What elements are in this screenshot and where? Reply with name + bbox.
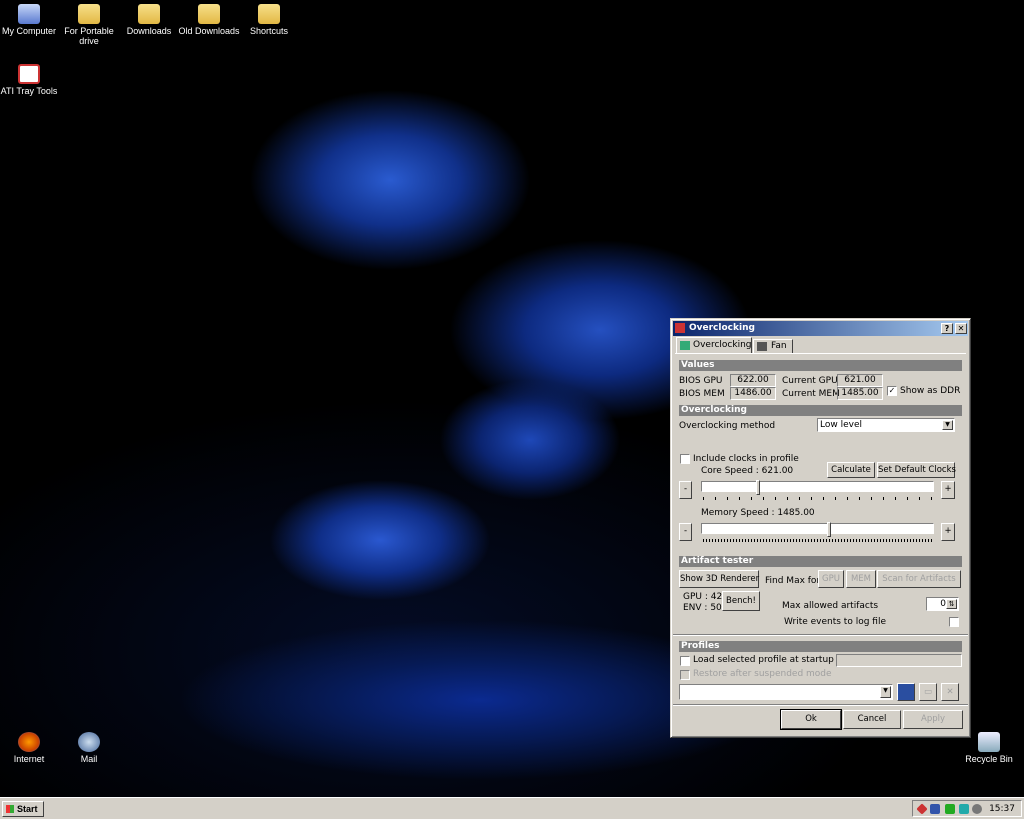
show-ddr-label: Show as DDR bbox=[900, 386, 961, 396]
calculate-button[interactable]: Calculate bbox=[827, 462, 875, 478]
include-clocks-label: Include clocks in profile bbox=[693, 454, 799, 464]
memory-speed-label: Memory Speed : 1485.00 bbox=[701, 508, 815, 518]
core-speed-label: Core Speed : 621.00 bbox=[701, 466, 794, 476]
bench-button[interactable]: Bench! bbox=[722, 591, 760, 611]
chevron-down-icon: ▼ bbox=[880, 686, 891, 698]
ok-button[interactable]: Ok bbox=[780, 709, 842, 730]
slider-thumb[interactable] bbox=[756, 480, 761, 495]
find-max-gpu-button[interactable]: GPU bbox=[818, 570, 844, 588]
volume-icon[interactable] bbox=[972, 804, 982, 814]
icon-label: Downloads bbox=[126, 26, 172, 36]
tab-label: Fan bbox=[771, 341, 787, 351]
startup-profile-field bbox=[836, 654, 962, 667]
bios-gpu-label: BIOS GPU bbox=[679, 376, 723, 386]
bios-gpu-value: 622.00 bbox=[730, 374, 776, 387]
divider bbox=[673, 634, 968, 636]
ati-tray-icon[interactable] bbox=[916, 803, 928, 815]
title-bar[interactable]: Overclocking ? ✕ bbox=[673, 321, 968, 336]
slider-ticks bbox=[703, 497, 933, 500]
icon-label: Internet bbox=[13, 754, 45, 764]
folder-icon-shortcuts[interactable]: Shortcuts bbox=[234, 4, 304, 36]
delete-profile-icon[interactable]: ✕ bbox=[941, 683, 959, 701]
bios-mem-value: 1486.00 bbox=[730, 387, 776, 400]
overclocking-header: Overclocking bbox=[679, 405, 962, 416]
values-header: Values bbox=[679, 360, 962, 371]
method-label: Overclocking method bbox=[679, 421, 776, 431]
max-artifacts-spinner[interactable]: 0 ⇅ bbox=[926, 597, 959, 611]
find-max-label: Find Max for bbox=[765, 576, 821, 586]
scan-artifacts-button[interactable]: Scan for Artifacts bbox=[877, 570, 961, 588]
bios-mem-label: BIOS MEM bbox=[679, 389, 725, 399]
find-max-mem-button[interactable]: MEM bbox=[846, 570, 876, 588]
start-button[interactable]: Start bbox=[2, 801, 44, 817]
current-gpu-label: Current GPU bbox=[782, 376, 838, 386]
core-decrease-button[interactable]: - bbox=[679, 481, 692, 499]
max-artifacts-label: Max allowed artifacts bbox=[782, 601, 879, 611]
hardware-icon[interactable] bbox=[945, 804, 955, 814]
close-button[interactable]: ✕ bbox=[955, 323, 967, 334]
show-3d-renderer-button[interactable]: Show 3D Renderer bbox=[679, 570, 759, 588]
load-startup-label: Load selected profile at startup bbox=[693, 655, 834, 665]
gpu-temp: GPU : 42 bbox=[683, 592, 723, 602]
current-gpu-value: 621.00 bbox=[837, 374, 883, 387]
slider-ticks bbox=[703, 539, 933, 542]
icon-label: For Portable drive bbox=[64, 26, 114, 46]
cancel-button[interactable]: Cancel bbox=[843, 710, 901, 729]
help-button[interactable]: ? bbox=[941, 323, 953, 334]
icon-label: Mail bbox=[80, 754, 98, 764]
core-speed-slider[interactable] bbox=[701, 480, 934, 495]
icon-label: Recycle Bin bbox=[965, 754, 1013, 764]
clock: 15:37 bbox=[989, 804, 1015, 814]
include-clocks-checkbox[interactable] bbox=[680, 454, 690, 464]
restore-checkbox bbox=[680, 670, 690, 680]
env-temp: ENV : 50 bbox=[683, 603, 722, 613]
slider-thumb[interactable] bbox=[826, 522, 831, 537]
show-ddr-checkbox[interactable]: ✓ bbox=[887, 386, 897, 396]
ati-app-icon bbox=[675, 323, 685, 333]
card-icon bbox=[680, 341, 690, 350]
app-tray-icon[interactable] bbox=[959, 804, 969, 814]
tab-overclocking[interactable]: Overclocking bbox=[676, 337, 752, 354]
icon-label: ATI Tray Tools bbox=[0, 86, 58, 96]
set-default-clocks-button[interactable]: Set Default Clocks bbox=[877, 462, 956, 478]
dialog-title: Overclocking bbox=[689, 323, 755, 333]
load-startup-checkbox[interactable] bbox=[680, 656, 690, 666]
mem-decrease-button[interactable]: - bbox=[679, 523, 692, 541]
tab-fan[interactable]: Fan bbox=[753, 339, 793, 354]
ati-tray-tools-icon[interactable]: ATI Tray Tools bbox=[0, 64, 64, 96]
overclocking-dialog: Overclocking ? ✕ Overclocking Fan Values… bbox=[670, 318, 971, 738]
mail-icon[interactable]: Mail bbox=[54, 732, 124, 764]
taskbar: Start 15:37 bbox=[0, 797, 1024, 819]
network-icon[interactable] bbox=[930, 804, 940, 814]
write-log-checkbox[interactable] bbox=[949, 617, 959, 627]
profiles-header: Profiles bbox=[679, 641, 962, 652]
icon-label: Old Downloads bbox=[178, 26, 240, 36]
restore-label: Restore after suspended mode bbox=[693, 669, 832, 679]
divider bbox=[673, 704, 968, 706]
method-select[interactable]: Low level ▼ bbox=[817, 418, 955, 432]
profile-select[interactable]: ▼ bbox=[679, 684, 893, 700]
memory-speed-slider[interactable] bbox=[701, 522, 934, 537]
artifact-tester-header: Artifact tester bbox=[679, 556, 962, 567]
chevron-down-icon: ▼ bbox=[942, 420, 953, 430]
icon-label: Shortcuts bbox=[249, 26, 289, 36]
tab-label: Overclocking bbox=[693, 340, 752, 350]
current-mem-value: 1485.00 bbox=[837, 387, 883, 400]
current-mem-label: Current MEM bbox=[782, 389, 840, 399]
open-profile-icon[interactable]: ▭ bbox=[919, 683, 937, 701]
mem-increase-button[interactable]: + bbox=[941, 523, 955, 541]
spinner-arrows-icon[interactable]: ⇅ bbox=[946, 599, 957, 609]
write-log-label: Write events to log file bbox=[784, 617, 886, 627]
apply-button[interactable]: Apply bbox=[903, 710, 963, 729]
core-increase-button[interactable]: + bbox=[941, 481, 955, 499]
icon-label: My Computer bbox=[1, 26, 56, 36]
save-profile-icon[interactable] bbox=[897, 683, 915, 701]
fan-icon bbox=[757, 342, 767, 351]
system-tray: 15:37 bbox=[912, 800, 1022, 817]
method-value: Low level bbox=[820, 420, 862, 430]
